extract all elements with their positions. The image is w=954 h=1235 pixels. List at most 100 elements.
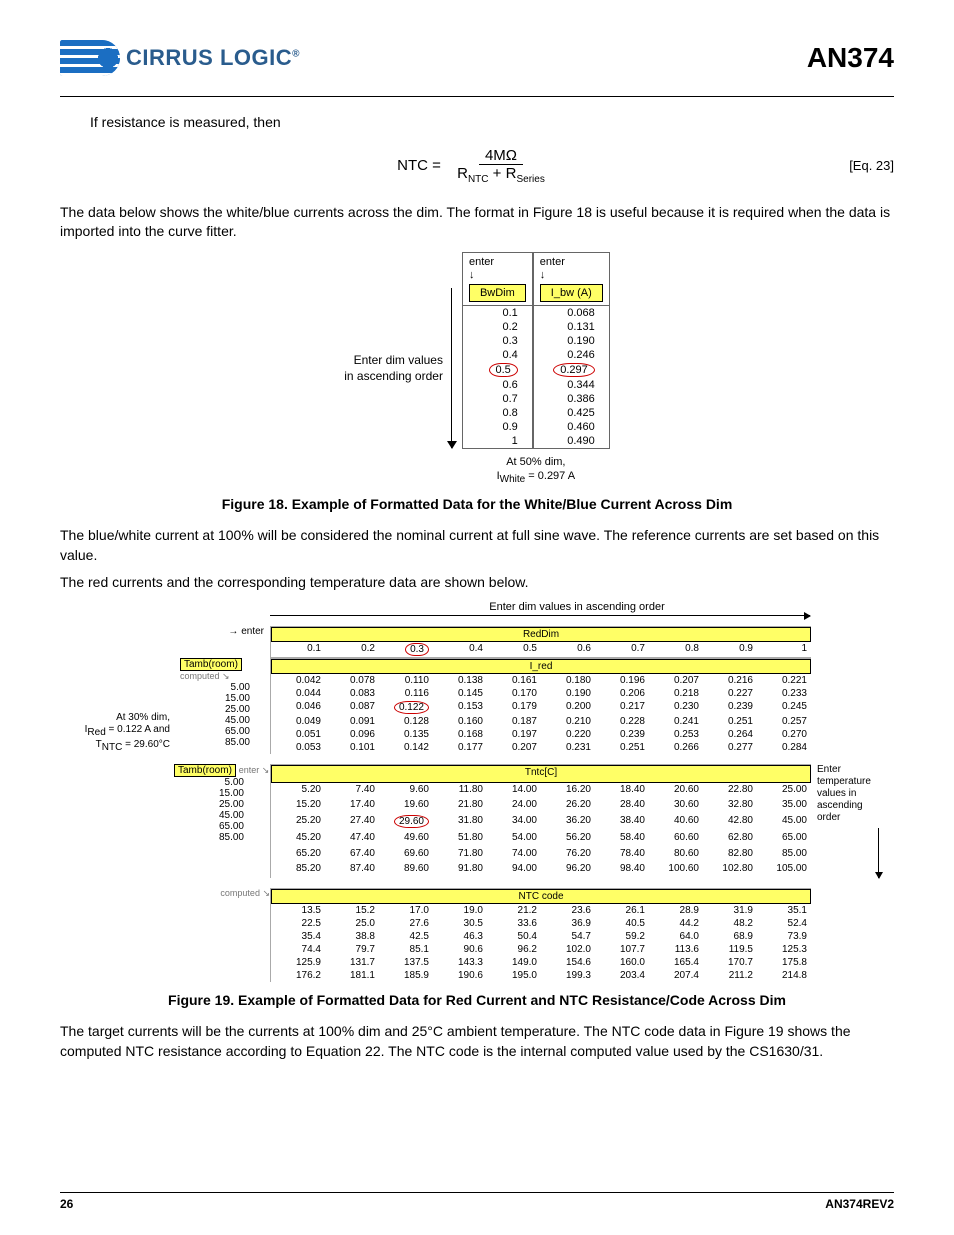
- table-cell: 0.228: [595, 715, 649, 728]
- table-cell: 0.190: [534, 334, 609, 348]
- table-cell: 0.2: [463, 320, 532, 334]
- paragraph-2: The blue/white current at 100% will be c…: [60, 526, 894, 565]
- tamb-value: 45.00: [174, 810, 244, 821]
- page-number: 26: [60, 1197, 73, 1211]
- table-cell: 0.051: [271, 728, 325, 741]
- table-cell: 0.131: [534, 320, 609, 334]
- table-cell: 27.6: [379, 917, 433, 930]
- table-cell: 0.078: [325, 674, 379, 687]
- table-cell: 69.60: [379, 847, 433, 863]
- table-cell: 0.257: [757, 715, 811, 728]
- tamb-value: 25.00: [174, 799, 244, 810]
- table-cell: 30.5: [433, 917, 487, 930]
- column-header: 0.2: [325, 642, 379, 658]
- table-cell: 0.207: [487, 741, 541, 754]
- table-cell: 0.138: [433, 674, 487, 687]
- column-header: 0.6: [541, 642, 595, 658]
- tamb-value: 65.00: [174, 821, 244, 832]
- fig19-right-note: Enter temperature values in ascending or…: [811, 764, 887, 878]
- table-cell: 0.153: [433, 700, 487, 715]
- table-cell: 0.251: [595, 741, 649, 754]
- table-cell: 54.7: [541, 930, 595, 943]
- table-cell: 154.6: [541, 956, 595, 969]
- table-cell: 68.9: [703, 930, 757, 943]
- table-cell: 15.2: [325, 904, 379, 917]
- table-cell: 0.253: [649, 728, 703, 741]
- table-cell: 74.4: [271, 943, 325, 956]
- table-cell: 214.8: [757, 969, 811, 982]
- table-cell: 25.20: [271, 814, 325, 832]
- table-cell: 38.8: [325, 930, 379, 943]
- tamb-value: 5.00: [174, 777, 244, 788]
- column-header: 0.8: [649, 642, 703, 658]
- table-cell: 0.200: [541, 700, 595, 715]
- table-cell: 0.091: [325, 715, 379, 728]
- table-cell: 47.40: [325, 831, 379, 847]
- table-cell: 0.490: [534, 434, 609, 448]
- table-cell: 64.0: [649, 930, 703, 943]
- table-cell: 65.20: [271, 847, 325, 863]
- table-cell: 0.246: [534, 348, 609, 362]
- table-cell: 0.196: [595, 674, 649, 687]
- fig19-top-note: Enter dim values in ascending order: [260, 601, 894, 613]
- table-cell: 52.4: [757, 917, 811, 930]
- table-cell: 211.2: [703, 969, 757, 982]
- fig19-ired-grid: I_red0.0420.0780.1100.1380.1610.1800.196…: [270, 658, 811, 754]
- table-cell: 19.0: [433, 904, 487, 917]
- table-cell: 0.068: [534, 306, 609, 320]
- table-cell: 23.6: [541, 904, 595, 917]
- table-cell: 90.6: [433, 943, 487, 956]
- column-header: 0.4: [433, 642, 487, 658]
- table-cell: 56.20: [541, 831, 595, 847]
- table-cell: 28.40: [595, 798, 649, 814]
- table-cell: 89.60: [379, 862, 433, 878]
- table-cell: 0.179: [487, 700, 541, 715]
- tamb-value: 65.00: [180, 726, 250, 737]
- fig19-enter-label: → enter: [60, 626, 270, 637]
- table-cell: 0.264: [703, 728, 757, 741]
- equation-number: [Eq. 23]: [849, 158, 894, 173]
- table-cell: 65.00: [757, 831, 811, 847]
- table-cell: 0.207: [649, 674, 703, 687]
- table-cell: 7.40: [325, 783, 379, 799]
- table-cell: 0.087: [325, 700, 379, 715]
- table-cell: 79.7: [325, 943, 379, 956]
- table-cell: 25.00: [757, 783, 811, 799]
- table-cell: 58.40: [595, 831, 649, 847]
- table-cell: 0.210: [541, 715, 595, 728]
- column-header: 0.3: [379, 642, 433, 658]
- table-cell: 181.1: [325, 969, 379, 982]
- table-cell: 94.00: [487, 862, 541, 878]
- table-cell: 60.60: [649, 831, 703, 847]
- table-cell: 0.8: [463, 406, 532, 420]
- table-cell: 0.110: [379, 674, 433, 687]
- tamb-value: 85.00: [180, 737, 250, 748]
- table-cell: 11.80: [433, 783, 487, 799]
- table-cell: 26.1: [595, 904, 649, 917]
- table-cell: 0.142: [379, 741, 433, 754]
- table-cell: 17.0: [379, 904, 433, 917]
- table-cell: 0.245: [757, 700, 811, 715]
- table-cell: 59.2: [595, 930, 649, 943]
- table-cell: 40.5: [595, 917, 649, 930]
- grid-section-label: NTC code: [271, 889, 811, 904]
- table-cell: 30.60: [649, 798, 703, 814]
- tamb-value: 85.00: [174, 832, 244, 843]
- figure-18: Enter dim values in ascending order ente…: [60, 252, 894, 486]
- table-cell: 40.60: [649, 814, 703, 832]
- table-cell: 48.2: [703, 917, 757, 930]
- fig18-ibw-table: enter ↓ I_bw (A) 0.0680.1310.1900.2460.2…: [533, 252, 610, 449]
- table-cell: 5.20: [271, 783, 325, 799]
- table-cell: 73.9: [757, 930, 811, 943]
- table-cell: 19.60: [379, 798, 433, 814]
- table-cell: 195.0: [487, 969, 541, 982]
- logo-mark-icon: [60, 40, 120, 76]
- table-cell: 0.135: [379, 728, 433, 741]
- table-cell: 0.221: [757, 674, 811, 687]
- table-cell: 0.180: [541, 674, 595, 687]
- fig18-bwdim-table: enter ↓ BwDim 0.10.20.30.40.50.60.70.80.…: [462, 252, 533, 449]
- tamb-value: 15.00: [180, 693, 250, 704]
- tamb-value: 15.00: [174, 788, 244, 799]
- tamb-value: 25.00: [180, 704, 250, 715]
- table-cell: 0.230: [649, 700, 703, 715]
